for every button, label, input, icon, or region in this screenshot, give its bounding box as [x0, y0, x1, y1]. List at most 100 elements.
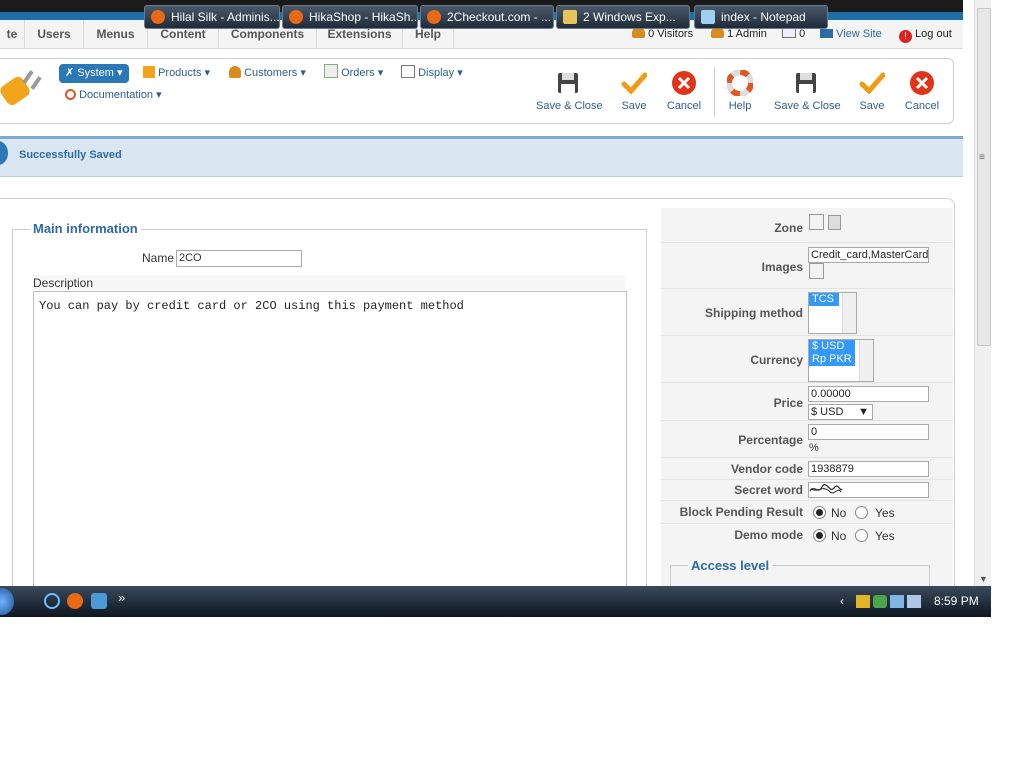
price-currency-select[interactable]: $ USD ▼	[808, 404, 873, 420]
demo-mode-yes-radio[interactable]	[855, 529, 868, 542]
plug-logo-icon	[0, 70, 42, 106]
description-label-row	[33, 275, 625, 290]
shipping-option[interactable]: TCS	[809, 293, 839, 306]
nav-customers[interactable]: Customers ▾	[229, 64, 306, 83]
cancel-x-icon	[672, 71, 696, 95]
task-2checkout[interactable]: 2Checkout.com - ...	[420, 5, 554, 29]
display-icon	[401, 65, 415, 78]
logout-link[interactable]: ! Log out	[899, 20, 952, 48]
browser-viewport: te Users Menus Content Components Extens…	[0, 0, 991, 617]
currency-option-pkr[interactable]: Rp PKR	[809, 353, 855, 366]
taskbar-clock[interactable]: 8:59 PM	[934, 594, 979, 608]
lifebuoy-icon	[65, 89, 76, 100]
menu-menus[interactable]: Menus	[84, 20, 148, 48]
listbox-scrollbar[interactable]	[842, 293, 856, 333]
nav-orders[interactable]: Orders ▾	[324, 64, 383, 83]
row-divider	[661, 420, 953, 421]
folder-icon	[563, 10, 577, 24]
description-label: Description	[33, 276, 94, 290]
orders-icon	[324, 64, 338, 78]
logout-label: Log out	[915, 28, 952, 40]
quick-launch-icon[interactable]	[44, 593, 60, 609]
scrollbar-grip-icon: ≡	[979, 152, 985, 163]
scrollbar-thumb[interactable]	[977, 8, 991, 346]
vendor-code-input[interactable]: 1938879	[808, 461, 929, 477]
listbox-scrollbar[interactable]	[859, 340, 873, 381]
save-close-label: Save & Close	[536, 100, 603, 112]
nav-display[interactable]: Display ▾	[401, 64, 463, 83]
tray-security-icon[interactable]	[873, 595, 887, 608]
vendor-code-label: Vendor code	[730, 462, 803, 476]
customers-icon	[229, 66, 241, 78]
demo-mode-no-label: No	[831, 529, 847, 543]
power-icon: !	[899, 30, 912, 43]
floppy-disk-icon	[796, 73, 816, 93]
task-label: index - Notepad	[721, 10, 806, 24]
edit-images-icon[interactable]	[809, 263, 824, 279]
task-hilal-silk[interactable]: Hilal Silk - Adminis...	[144, 5, 280, 29]
tray-volume-icon[interactable]	[890, 595, 904, 608]
block-pending-no-radio[interactable]	[813, 506, 826, 519]
cancel-button[interactable]: Cancel	[652, 70, 716, 120]
secret-word-label: Secret word	[734, 483, 803, 497]
row-divider	[661, 457, 953, 458]
task-label: 2Checkout.com - ...	[447, 10, 552, 24]
task-hikashop[interactable]: HikaShop - HikaSh...	[282, 5, 418, 29]
task-notepad[interactable]: index - Notepad	[694, 5, 828, 29]
shipping-method-label: Shipping method	[705, 306, 803, 320]
row-divider	[661, 523, 953, 524]
save-close-button[interactable]: Save & Close	[536, 70, 603, 120]
percentage-unit: %	[809, 442, 819, 454]
menu-site[interactable]: te	[0, 20, 25, 48]
messages-count: 0	[799, 28, 806, 40]
menu-users[interactable]: Users	[25, 20, 84, 48]
system-message-bar	[0, 136, 963, 177]
currency-select[interactable]: $ USD Rp PKR	[808, 339, 874, 382]
view-site-label: View Site	[836, 28, 882, 40]
edit-zone-icon[interactable]	[809, 214, 824, 230]
help-button[interactable]: Help	[708, 70, 772, 120]
save-close-button-2[interactable]: Save & Close	[774, 70, 841, 120]
nav-products-label: Products	[158, 67, 202, 79]
checkmark-icon	[621, 72, 647, 95]
admin-count: 1 Admin	[727, 28, 767, 40]
cancel-button-2[interactable]: Cancel	[890, 70, 954, 120]
nav-documentation[interactable]: Documentation ▾	[65, 86, 162, 105]
firefox-quick-launch-icon[interactable]	[67, 593, 83, 609]
images-label: Images	[761, 260, 803, 274]
price-currency-value: $ USD	[811, 406, 844, 418]
demo-mode-no-radio[interactable]	[813, 529, 826, 542]
products-icon	[143, 66, 155, 78]
description-textarea[interactable]	[33, 291, 627, 593]
demo-mode-yes-label: Yes	[875, 529, 895, 543]
task-label: Hilal Silk - Adminis...	[171, 10, 280, 24]
view-site-link[interactable]: View Site	[820, 20, 882, 48]
firefox-icon	[289, 10, 303, 24]
tray-display-icon[interactable]	[907, 595, 921, 608]
name-input[interactable]: 2CO	[176, 250, 302, 267]
task-label: 2 Windows Exp...	[583, 10, 676, 24]
percentage-input[interactable]: 0	[808, 424, 929, 440]
tray-network-icon[interactable]	[856, 595, 870, 608]
percentage-label: Percentage	[738, 433, 803, 447]
page-scrollbar[interactable]: ≡ ▼	[974, 0, 991, 586]
currency-option-usd[interactable]: $ USD	[809, 340, 855, 353]
firefox-icon	[151, 10, 165, 24]
tray-expand-icon[interactable]: ‹	[840, 594, 844, 608]
delete-zone-icon[interactable]	[828, 215, 841, 230]
shipping-method-select[interactable]: TCS	[808, 292, 857, 334]
cancel-label: Cancel	[666, 100, 702, 112]
access-level-legend: Access level	[688, 558, 773, 573]
images-input[interactable]: Credit_card,MasterCard,\	[808, 247, 929, 263]
visitors-count: 0 Visitors	[648, 28, 694, 40]
nav-products[interactable]: Products ▾	[143, 64, 210, 83]
block-pending-yes-radio[interactable]	[855, 506, 868, 519]
chevron-down-icon: ▼	[858, 406, 869, 418]
checkmark-icon	[859, 72, 885, 95]
price-input[interactable]: 0.00000	[808, 386, 929, 402]
quick-launch-overflow-icon[interactable]: »	[118, 590, 125, 605]
ie-quick-launch-icon[interactable]	[91, 593, 107, 609]
nav-system[interactable]: ✗ System ▾	[59, 64, 129, 83]
scroll-down-arrow-icon[interactable]: ▼	[979, 574, 988, 584]
task-windows-explorer[interactable]: 2 Windows Exp...	[556, 5, 690, 29]
